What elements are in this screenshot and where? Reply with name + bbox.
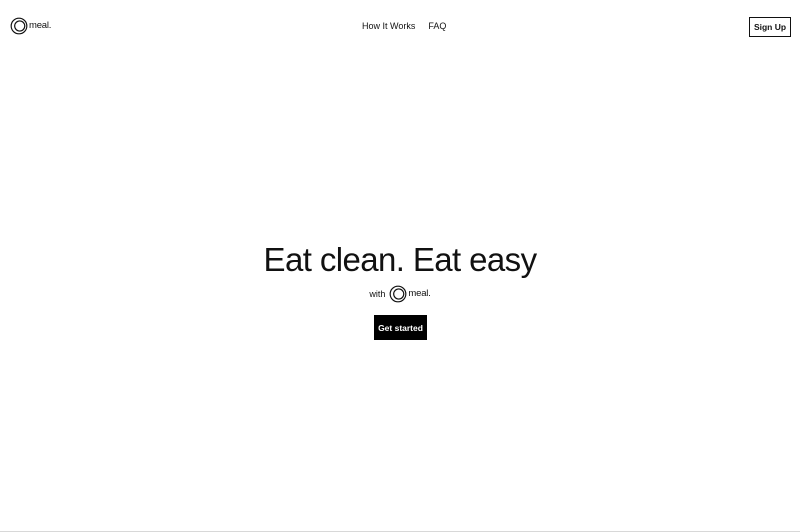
- brand-logo-link[interactable]: meal.: [10, 17, 51, 35]
- hero-brand-wordmark: meal.: [408, 288, 431, 300]
- get-started-button[interactable]: Get started: [374, 315, 427, 340]
- site-header: meal. How It Works FAQ Sign Up: [0, 0, 800, 52]
- nav-link-how-it-works[interactable]: How It Works: [362, 20, 415, 32]
- hero-brand-logo: meal.: [389, 285, 431, 303]
- with-label: with: [369, 289, 386, 299]
- nav-link-faq[interactable]: FAQ: [428, 20, 446, 32]
- logo-icon: [10, 17, 28, 35]
- hero-title: Eat clean. Eat easy: [263, 241, 538, 278]
- hero-with-brand: with meal.: [0, 285, 800, 303]
- brand-wordmark: meal.: [29, 20, 52, 32]
- logo-icon: [389, 285, 407, 303]
- main-nav: How It Works FAQ: [362, 20, 446, 32]
- sign-up-button[interactable]: Sign Up: [749, 17, 791, 37]
- landing-page: meal. How It Works FAQ Sign Up Eat clean…: [0, 0, 800, 532]
